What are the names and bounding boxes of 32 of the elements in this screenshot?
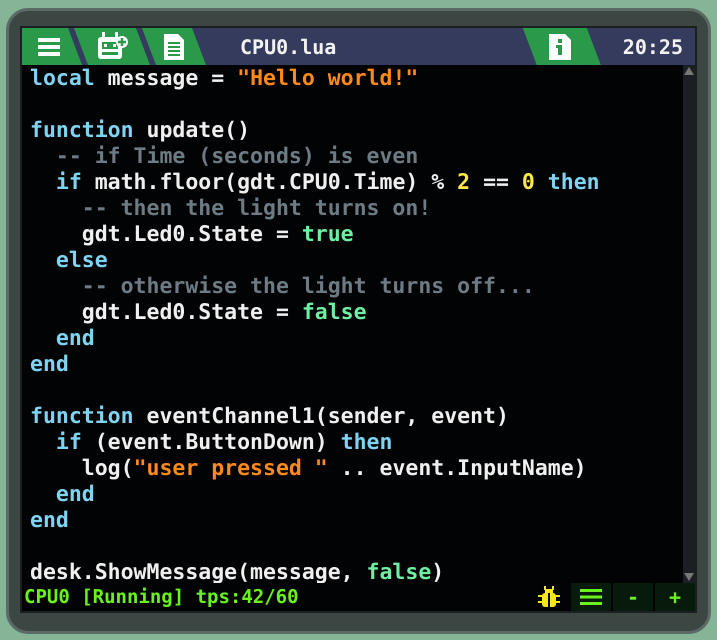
gadget-tab[interactable] <box>74 28 150 65</box>
code-line: else <box>54 248 109 274</box>
code-line: function eventChannel1(sender, event) <box>30 404 510 430</box>
code-line: gdt.Led0.State = false <box>80 300 368 326</box>
scrollbar[interactable] <box>683 65 695 583</box>
robot-icon <box>96 32 128 62</box>
clock: 20:25 <box>622 34 684 58</box>
code-line: -- then the light turns on! <box>80 196 432 222</box>
list-button[interactable] <box>571 583 611 611</box>
document-icon <box>164 34 184 60</box>
code-line: if math.floor(gdt.CPU0.Time) % 2 == 0 then <box>54 170 601 196</box>
code-line: end <box>54 326 96 352</box>
code-line: end <box>30 352 70 378</box>
info-icon <box>548 34 571 60</box>
code-line: function update() <box>30 118 252 144</box>
document-tab[interactable] <box>142 28 206 65</box>
list-icon <box>580 589 602 605</box>
code-line: end <box>54 482 96 508</box>
code-line: local message = "Hello world!" <box>30 66 420 92</box>
scroll-up-icon[interactable] <box>684 67 694 75</box>
file-title: CPU0.lua <box>240 34 338 58</box>
scroll-down-icon[interactable] <box>684 573 694 581</box>
code-line: end <box>30 508 70 534</box>
code-line: -- if Time (seconds) is even <box>54 144 420 170</box>
zoom-button[interactable]: + <box>655 583 695 611</box>
status-text: CPU0 [Running] tps:42/60 <box>23 586 300 608</box>
code-line: log("user pressed " .. event.InputName) <box>80 456 588 482</box>
code-line: if (event.ButtonDown) then <box>54 430 394 456</box>
menu-icon <box>38 36 60 56</box>
code-line: gdt.Led0.State = true <box>80 222 355 248</box>
code-line: -- otherwise the light turns off... <box>80 274 536 300</box>
zoom-button[interactable]: - <box>613 583 653 611</box>
